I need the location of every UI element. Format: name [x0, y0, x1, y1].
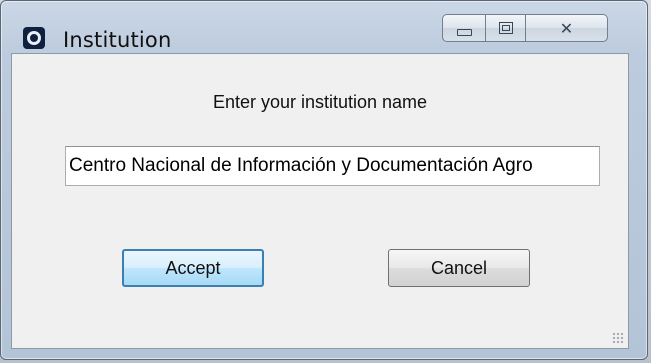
institution-name-input[interactable]	[65, 146, 600, 186]
cancel-button[interactable]: Cancel	[388, 249, 530, 287]
resize-grip[interactable]	[612, 332, 624, 344]
window-title: Institution	[63, 28, 172, 52]
app-logo-icon	[23, 27, 45, 49]
window-controls: ✕	[442, 14, 640, 50]
institution-dialog: Institution ✕ Enter your institution nam…	[0, 0, 648, 360]
title-bar[interactable]: Institution ✕	[1, 1, 647, 53]
close-icon: ✕	[559, 18, 574, 38]
institution-prompt-label: Enter your institution name	[212, 92, 428, 112]
maximize-button[interactable]	[486, 14, 526, 42]
accept-button[interactable]: Accept	[122, 249, 264, 287]
minimize-icon	[456, 28, 472, 36]
close-button[interactable]: ✕	[526, 14, 608, 42]
dialog-content: Enter your institution name Accept Cance…	[11, 53, 629, 349]
minimize-button[interactable]	[442, 14, 486, 42]
maximize-icon	[498, 22, 513, 34]
